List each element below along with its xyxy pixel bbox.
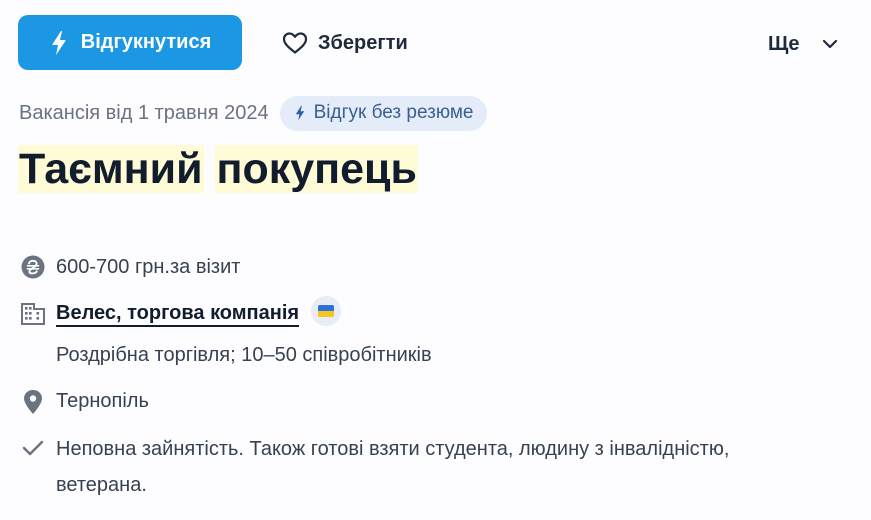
save-button-label: Зберегти <box>318 31 408 54</box>
ukraine-flag-icon <box>310 295 341 326</box>
salary-row: 600-700 грн.за візит <box>20 252 240 282</box>
title-word: Таємний <box>18 145 204 193</box>
lightning-icon <box>295 105 304 121</box>
vacancy-date: Вакансія від 1 травня 2024 <box>19 101 269 124</box>
salary-text: 600-700 грн.за візит <box>56 256 241 278</box>
location-pin-icon <box>20 387 46 417</box>
location-row: Тернопіль <box>20 387 149 417</box>
heart-icon <box>282 32 308 54</box>
page-title: Таємний покупець <box>18 140 418 198</box>
employment-line-2: ветерана. <box>56 474 147 496</box>
employment-row: Неповна зайнятість. Також готові взяти с… <box>20 433 729 496</box>
title-word: покупець <box>215 145 418 193</box>
action-bar: Відгукнутися Зберегти Ще <box>0 0 871 90</box>
company-block: Велес, торгова компанія <box>56 295 341 331</box>
vacancy-meta: Вакансія від 1 травня 2024 Відгук без ре… <box>19 95 487 131</box>
save-button[interactable]: Зберегти <box>282 26 408 60</box>
company-row: Велес, торгова компанія <box>20 295 341 329</box>
more-label: Ще <box>768 32 800 55</box>
apply-button-label: Відгукнутися <box>80 31 212 53</box>
company-info: Роздрібна торгівля; 10–50 співробітників <box>56 344 432 366</box>
hryvnia-icon <box>20 252 46 282</box>
no-resume-badge: Відгук без резюме <box>279 95 487 131</box>
employment-line-1: Неповна зайнятість. Також готові взяти с… <box>56 438 730 460</box>
lightning-icon <box>51 30 66 55</box>
apply-button[interactable]: Відгукнутися <box>18 15 242 70</box>
badge-label: Відгук без резюме <box>313 102 474 123</box>
checkmark-icon <box>20 433 46 463</box>
city-text: Тернопіль <box>56 390 149 412</box>
employment-text: Неповна зайнятість. Також готові взяти с… <box>56 431 729 503</box>
building-icon <box>20 299 46 329</box>
more-dropdown[interactable]: Ще <box>768 28 838 60</box>
chevron-down-icon <box>822 39 837 49</box>
company-link[interactable]: Велес, торгова компанія <box>56 302 300 327</box>
